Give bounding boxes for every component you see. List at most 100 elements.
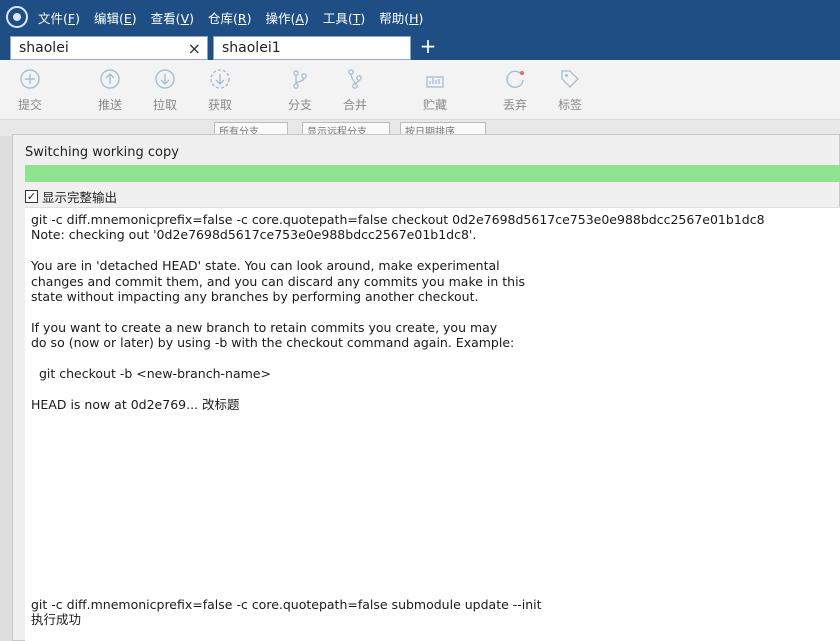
push-label: 推送: [97, 98, 122, 112]
menubar: 文件(F) 编辑(E) 查看(V) 仓库(R) 操作(A) 工具(T) 帮助(H): [0, 0, 840, 34]
menu-item-accelerator: F: [67, 10, 76, 26]
branch-button[interactable]: 分支: [275, 68, 325, 116]
output-line: You are in 'detached HEAD' state. You ca…: [31, 258, 500, 274]
app-logo-icon[interactable]: [6, 6, 28, 28]
tag-icon: [559, 68, 581, 90]
menu-item-text: 工具(: [322, 10, 353, 26]
switching-working-copy-dialog: Switching working copy ✓ 显示完整输出 git -c d…: [12, 134, 840, 641]
menu-item-end: ): [246, 10, 252, 26]
arrow-up-circle-icon: [99, 68, 121, 90]
progress-fill: [25, 165, 840, 182]
push-button[interactable]: 推送: [85, 68, 135, 116]
fetch-label: 获取: [207, 98, 232, 112]
menu-items: 文件(F) 编辑(E) 查看(V) 仓库(R) 操作(A) 工具(T) 帮助(H): [38, 8, 437, 27]
tag-button[interactable]: 标签: [545, 68, 595, 116]
menu-item-h[interactable]: 帮助(H): [379, 8, 423, 27]
menu-item-t[interactable]: 工具(T): [323, 8, 365, 27]
output-line: git -c diff.mnemonicprefix=false -c core…: [31, 212, 765, 227]
commit-button[interactable]: 提交: [5, 68, 55, 116]
menu-item-accelerator: V: [180, 10, 190, 26]
plus-circle-icon: [19, 68, 41, 90]
toolbar: 提交 推送 拉取 获取 分支 合并 贮藏 丢弃 标签: [0, 60, 840, 120]
menu-item-accelerator: H: [409, 10, 419, 26]
menu-item-text: 帮助(: [379, 10, 410, 26]
menu-item-end: ): [131, 10, 137, 26]
stash-icon: [424, 68, 446, 90]
output-line: git checkout -b <new-branch-name>: [31, 365, 271, 381]
show-full-output-label: 显示完整输出: [42, 190, 118, 205]
menu-item-e[interactable]: 编辑(E): [94, 8, 137, 27]
branch-label: 分支: [287, 98, 312, 112]
menu-item-end: ): [360, 10, 366, 26]
output-line: git -c diff.mnemonicprefix=false -c core…: [31, 596, 542, 612]
output-line: HEAD is now at 0d2e769... 改标题: [31, 396, 240, 412]
tab-bar: shaolei × shaolei1 +: [0, 34, 840, 60]
menu-item-r[interactable]: 仓库(R): [208, 8, 251, 27]
stash-label: 贮藏: [422, 98, 447, 112]
tab-shaolei1[interactable]: shaolei1: [213, 36, 411, 60]
commit-label: 提交: [17, 98, 42, 112]
left-sidebar-edge: [0, 136, 12, 641]
output-line: state without impacting any branches by …: [31, 288, 479, 304]
pull-label: 拉取: [152, 98, 177, 112]
menu-item-text: 查看(: [150, 10, 181, 26]
menu-item-accelerator: A: [295, 10, 304, 26]
menu-item-end: ): [303, 10, 309, 26]
merge-button[interactable]: 合并: [330, 68, 380, 116]
menu-item-text: 仓库(: [208, 10, 238, 26]
stash-button[interactable]: 贮藏: [410, 68, 460, 116]
command-output: git -c diff.mnemonicprefix=false -c core…: [25, 207, 840, 641]
close-icon[interactable]: ×: [188, 39, 201, 58]
menu-item-v[interactable]: 查看(V): [151, 8, 194, 27]
discard-label: 丢弃: [502, 98, 527, 112]
menu-item-end: ): [418, 10, 424, 26]
arrow-down-circle-icon: [154, 68, 176, 90]
menu-item-f[interactable]: 文件(F): [38, 8, 80, 27]
output-line: Note: checking out '0d2e7698d5617ce753e0…: [31, 227, 477, 243]
menu-item-end: ): [189, 10, 195, 26]
show-full-output-toggle[interactable]: ✓ 显示完整输出: [25, 187, 117, 206]
menu-item-accelerator: E: [123, 10, 132, 26]
dialog-title: Switching working copy: [25, 145, 179, 160]
branch-icon: [289, 68, 311, 90]
merge-icon: [344, 68, 366, 90]
merge-label: 合并: [342, 98, 367, 112]
tab-label: shaolei1: [222, 40, 281, 56]
menu-item-text: 文件(: [38, 10, 68, 26]
output-line: do so (now or later) by using -b with th…: [31, 335, 515, 351]
progress-bar: [25, 165, 840, 182]
menu-item-a[interactable]: 操作(A): [265, 8, 308, 27]
menu-item-text: 操作(: [265, 10, 296, 26]
tag-label: 标签: [557, 98, 582, 112]
discard-icon: [504, 68, 526, 90]
output-line: 执行成功: [31, 612, 82, 628]
dashed-arrow-down-circle-icon: [209, 68, 231, 90]
menu-item-end: ): [75, 10, 80, 26]
fetch-button[interactable]: 获取: [195, 68, 245, 116]
show-full-output-checkbox[interactable]: ✓: [25, 190, 38, 203]
add-tab-icon[interactable]: +: [418, 34, 438, 58]
discard-button[interactable]: 丢弃: [490, 68, 540, 116]
tab-shaolei[interactable]: shaolei ×: [10, 36, 208, 60]
menu-item-accelerator: R: [237, 10, 247, 26]
tab-label: shaolei: [19, 40, 69, 56]
pull-button[interactable]: 拉取: [140, 68, 190, 116]
output-line: changes and commit them, and you can dis…: [31, 273, 526, 289]
menu-item-text: 编辑(: [93, 10, 124, 26]
